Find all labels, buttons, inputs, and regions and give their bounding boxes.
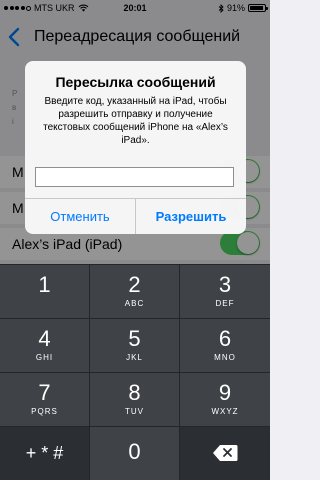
cancel-button[interactable]: Отменить [25,199,135,234]
key-8[interactable]: 8 TUV [90,373,179,426]
key-3[interactable]: 3 DEF [180,265,270,318]
symbols-label: + * # [25,443,64,463]
key-7[interactable]: 7 PQRS [0,373,89,426]
key-letters: JKL [126,353,143,362]
key-number: 6 [218,326,232,351]
alert-message: Введите код, указанный на iPad, чтобы ра… [43,96,228,146]
key-letters: PQRS [31,407,58,416]
key-0[interactable]: 0 [90,427,179,480]
key-number: 0 [128,439,141,464]
key-2[interactable]: 2 ABC [90,265,179,318]
key-number: 5 [128,326,141,351]
key-number: 2 [128,272,141,297]
key-letters: DEF [215,299,235,308]
key-number: 3 [218,272,232,297]
key-letters: GHI [35,353,54,362]
key-number: 8 [128,380,141,405]
key-1[interactable]: 1 [0,265,89,318]
key-4[interactable]: 4 GHI [0,319,89,372]
key-number: 4 [38,326,51,351]
alert-buttons: Отменить Разрешить [25,198,246,234]
backspace-icon [213,445,238,461]
code-input[interactable] [35,167,234,187]
allow-button[interactable]: Разрешить [135,199,246,234]
symbols-key[interactable]: + * # [0,427,89,480]
alert-dialog: Пересылка сообщений Введите код, указанн… [25,61,246,234]
delete-key[interactable] [180,427,270,480]
key-6[interactable]: 6 MNO [180,319,270,372]
key-letters: WXYZ [211,407,239,416]
key-letters: ABC [124,299,145,308]
key-letters: TUV [125,407,144,416]
key-number: 9 [218,380,232,405]
key-number: 1 [38,272,51,297]
key-5[interactable]: 5 JKL [90,319,179,372]
numeric-keypad: 1 2 ABC 3 DEF 4 GHI 5 JKL 6 MNO 7 PQRS 8 TUV 9 W… [0,264,270,480]
key-number: 7 [38,380,51,405]
key-letters: MNO [214,353,236,362]
alert-title: Пересылка сообщений [55,74,216,90]
key-9[interactable]: 9 WXYZ [180,373,270,426]
